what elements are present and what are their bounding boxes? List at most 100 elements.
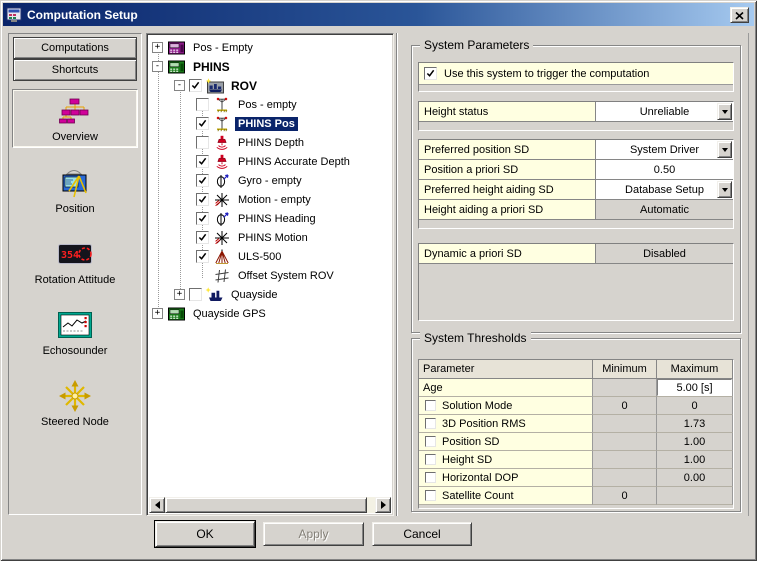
param-dropdown[interactable]: Database Setup [596,180,733,199]
tree-item-label[interactable]: Gyro - empty [235,174,305,188]
param-label: Preferred height aiding SD [419,180,596,199]
dropdown-value: Unreliable [640,106,690,118]
tree-item-label[interactable]: Quayside GPS [190,307,269,321]
tree-item-phins[interactable]: - PHINS [149,57,391,76]
tree-item-label[interactable]: Quayside [228,288,280,302]
scroll-thumb[interactable] [165,497,367,513]
sidebar-item-label: Overview [52,131,98,143]
tree-item-phins-depth[interactable]: PHINS Depth [149,133,391,152]
position-receiver-icon [57,166,93,200]
tree-item-quayside[interactable]: + Quayside [149,285,391,304]
threshold-maximum-cell: 1.00 [657,451,733,469]
tree-item-label[interactable]: ULS-500 [235,250,284,264]
tree-item-offset-system-rov[interactable]: Offset System ROV [149,266,391,285]
dropdown-button[interactable] [717,181,732,198]
sidebar-item-echosounder[interactable]: Echosounder [12,304,138,361]
threshold-maximum-input[interactable]: 5.00 [s] [657,379,732,396]
tree-expander[interactable]: + [152,308,163,319]
tree-item-rov[interactable]: - ROV [149,76,391,95]
tree-item-gyro-empty[interactable]: Gyro - empty [149,171,391,190]
tree-expander[interactable]: + [152,42,163,53]
thresholds-header-row: Parameter Minimum Maximum [419,360,733,379]
tree-item-pos-empty[interactable]: + Pos - Empty [149,38,391,57]
tree-checkbox[interactable] [196,231,209,244]
tree-item-label[interactable]: PHINS Motion [235,231,311,245]
threshold-checkbox[interactable] [425,436,436,447]
tree-expander[interactable]: - [152,61,163,72]
tree-checkbox[interactable] [196,193,209,206]
tree-item-pos-empty[interactable]: Pos - empty [149,95,391,114]
cancel-button[interactable]: Cancel [372,522,472,546]
tree-item-label[interactable]: PHINS Heading [235,212,319,226]
tree-checkbox[interactable] [196,250,209,263]
tree-item-uls-500[interactable]: ULS-500 [149,247,391,266]
threshold-maximum-cell: 1.00 [657,433,733,451]
dropdown-button[interactable] [717,103,732,120]
scroll-track[interactable] [367,497,375,513]
sidebar-item-overview[interactable]: Overview [12,89,138,148]
threshold-parameter-label: Solution Mode [442,400,512,412]
tree-item-motion-empty[interactable]: Motion - empty [149,190,391,209]
tree-checkbox[interactable] [189,288,202,301]
tree-checkbox[interactable] [196,212,209,225]
tree-item-phins-motion[interactable]: PHINS Motion [149,228,391,247]
close-button[interactable] [730,7,749,23]
tree-item-label[interactable]: Pos - Empty [190,41,256,55]
tree-item-phins-pos[interactable]: PHINS Pos [149,114,391,133]
threshold-checkbox[interactable] [425,418,436,429]
tree-checkbox[interactable] [196,117,209,130]
tree-expander[interactable]: + [174,289,185,300]
param-dropdown[interactable]: Unreliable [596,102,733,121]
tree-expander[interactable]: - [174,80,185,91]
threshold-parameter-label: Horizontal DOP [442,472,518,484]
tab-shortcuts[interactable]: Shortcuts [13,59,137,81]
tree-item-label[interactable]: Motion - empty [235,193,314,207]
tree-checkbox[interactable] [196,155,209,168]
tree-item-quayside-gps[interactable]: + Quayside GPS [149,304,391,323]
tree-item-label[interactable]: PHINS Pos [235,117,298,131]
tree-checkbox[interactable] [196,136,209,149]
tree-item-label[interactable]: PHINS [190,59,233,75]
threshold-checkbox[interactable] [425,454,436,465]
param-label: Position a priori SD [419,160,596,179]
tree-checkbox[interactable] [196,98,209,111]
system-parameters-title: System Parameters [420,38,533,52]
ok-button[interactable]: OK [155,521,255,547]
sidebar-item-steered-node[interactable]: Steered Node [12,375,138,432]
tree-checkbox[interactable] [196,174,209,187]
column-maximum: Maximum [657,360,733,379]
scroll-right-button[interactable] [375,497,391,513]
tree-item-phins-accurate-depth[interactable]: PHINS Accurate Depth [149,152,391,171]
param-dropdown[interactable]: System Driver [596,140,733,159]
threshold-maximum-cell: 5.00 [s] [657,379,733,397]
tree-item-label[interactable]: ROV [228,78,260,94]
overview-org-chart-icon [58,94,92,128]
tree-content: + Pos - Empty - PHINS - ROV Pos - empty … [149,36,391,497]
threshold-minimum-cell [593,469,657,487]
tree-item-label[interactable]: PHINS Depth [235,136,307,150]
ok-button-default-ring: OK [154,520,256,548]
tree-hscrollbar[interactable] [149,497,391,513]
sidebar-item-position[interactable]: Position [12,162,138,219]
sidebar-item-label: Echosounder [43,345,108,357]
threshold-minimum-cell [593,451,657,469]
tree-item-label[interactable]: Pos - empty [235,98,300,112]
param-input[interactable]: 0.50 [596,160,733,179]
tree-item-phins-heading[interactable]: PHINS Heading [149,209,391,228]
sd-section: Preferred position SD System Driver Posi… [418,139,734,229]
column-minimum: Minimum [593,360,657,379]
scroll-left-button[interactable] [149,497,165,513]
dropdown-button[interactable] [717,141,732,158]
sidebar-item-rotation-attitude[interactable]: 354 Rotation Attitude [12,233,138,290]
threshold-checkbox[interactable] [425,472,436,483]
steered-node-icon [58,379,92,413]
trigger-checkbox[interactable] [424,67,437,80]
threshold-minimum-cell: 0 [593,487,657,505]
tab-computations[interactable]: Computations [13,37,137,59]
threshold-checkbox[interactable] [425,400,436,411]
threshold-checkbox[interactable] [425,490,436,501]
tree-item-label[interactable]: PHINS Accurate Depth [235,155,353,169]
tree-checkbox[interactable] [189,79,202,92]
tree-item-label[interactable]: Offset System ROV [235,269,337,283]
window-titlebar[interactable]: Computation Setup [3,3,754,26]
